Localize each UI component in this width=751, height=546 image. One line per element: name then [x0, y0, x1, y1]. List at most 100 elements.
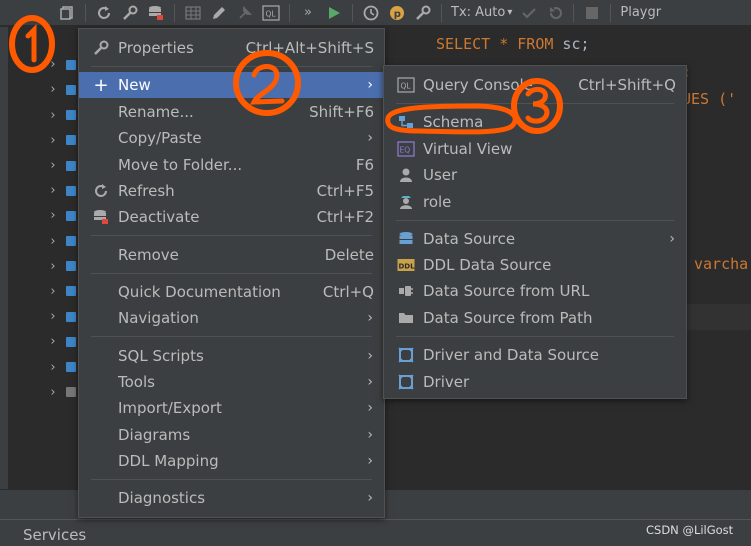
- menu-item-tools[interactable]: Tools ›: [79, 369, 384, 395]
- expand-chevron-icon[interactable]: ›: [46, 133, 60, 148]
- services-tab[interactable]: Services: [23, 526, 86, 544]
- menu-item-copy-paste[interactable]: Copy/Paste ›: [79, 125, 384, 151]
- menu-item-user[interactable]: User: [384, 162, 686, 188]
- transaction-mode-dropdown[interactable]: Tx: Auto: [451, 5, 505, 20]
- tree-row[interactable]: ›: [8, 304, 78, 329]
- tree-row[interactable]: ›: [8, 329, 78, 354]
- table-icon[interactable]: [182, 2, 204, 24]
- expand-chevron-icon[interactable]: ›: [46, 284, 60, 299]
- menu-item-rename[interactable]: Rename... Shift+F6: [79, 99, 384, 125]
- svg-text:QL: QL: [401, 82, 412, 91]
- expand-chevron-icon[interactable]: ›: [46, 57, 60, 72]
- expand-chevron-icon[interactable]: ›: [46, 309, 60, 324]
- tree-row[interactable]: ›: [8, 103, 78, 128]
- stop-icon[interactable]: [581, 2, 603, 24]
- menu-item-refresh[interactable]: Refresh Ctrl+F5: [79, 178, 384, 204]
- copy-icon[interactable]: [56, 2, 78, 24]
- expand-chevron-icon[interactable]: ›: [46, 385, 60, 400]
- menu-item-schema[interactable]: Schema: [384, 109, 686, 135]
- values-token: UES (': [682, 90, 737, 108]
- refresh-icon[interactable]: [93, 2, 115, 24]
- services-bar: Services: [0, 519, 751, 546]
- menu-item-properties[interactable]: Properties Ctrl+Alt+Shift+S: [79, 35, 384, 61]
- tree-row[interactable]: ›: [8, 153, 78, 178]
- menu-item-navigation[interactable]: Navigation ›: [79, 305, 384, 331]
- menu-item-data-source[interactable]: Data Source ›: [384, 226, 686, 252]
- submenu-arrow-icon: ›: [367, 490, 373, 506]
- expand-chevron-icon[interactable]: ›: [46, 82, 60, 97]
- menu-separator: [91, 336, 372, 337]
- user-icon: [397, 166, 415, 184]
- menu-item-diagrams[interactable]: Diagrams ›: [79, 422, 384, 448]
- tree-row[interactable]: ›: [8, 27, 78, 52]
- submenu-arrow-icon: ›: [367, 427, 373, 443]
- menu-item-label: Copy/Paste: [118, 129, 202, 147]
- edit-icon[interactable]: [208, 2, 230, 24]
- tx-dropdown-arrow-icon[interactable]: ▾: [507, 7, 512, 18]
- playground-dropdown[interactable]: Playgr: [620, 5, 661, 20]
- menu-item-new[interactable]: + New ›: [79, 72, 384, 98]
- settings-tool-icon[interactable]: [119, 2, 141, 24]
- menu-item-quick-documentation[interactable]: Quick Documentation Ctrl+Q: [79, 279, 384, 305]
- menu-item-move-to-folder[interactable]: Move to Folder... F6: [79, 152, 384, 178]
- menu-item-shortcut: Ctrl+F5: [316, 182, 374, 200]
- properties-icon: [92, 39, 110, 57]
- tree-row[interactable]: ›: [8, 229, 78, 254]
- menu-item-label: Rename...: [118, 103, 194, 121]
- tree-row[interactable]: ›: [8, 279, 78, 304]
- menu-item-ddl-mapping[interactable]: DDL Mapping ›: [79, 448, 384, 474]
- parameter-p-icon[interactable]: p: [386, 2, 408, 24]
- code-line-1: SELECT * FROM sc;: [436, 35, 590, 53]
- menu-item-sql-scripts[interactable]: SQL Scripts ›: [79, 343, 384, 369]
- menu-item-query-console[interactable]: QL Query Console Ctrl+Shift+Q: [384, 72, 686, 98]
- menu-item-deactivate[interactable]: Deactivate Ctrl+F2: [79, 204, 384, 230]
- pin-icon[interactable]: [234, 2, 256, 24]
- more-chevron-icon[interactable]: »: [297, 2, 319, 24]
- tree-row[interactable]: ›: [8, 354, 78, 379]
- tree-row[interactable]: ›: [8, 203, 78, 228]
- menu-item-remove[interactable]: Remove Delete: [79, 242, 384, 268]
- run-icon[interactable]: [323, 2, 345, 24]
- deactivate-db-icon[interactable]: [145, 2, 167, 24]
- menu-item-label: Deactivate: [118, 208, 200, 226]
- menu-item-data-source-from-path[interactable]: Data Source from Path: [384, 305, 686, 331]
- submenu-arrow-icon: ›: [669, 231, 675, 247]
- tree-row[interactable]: ›: [8, 254, 78, 279]
- submenu-arrow-icon: ›: [367, 400, 373, 416]
- commit-check-icon[interactable]: [518, 2, 540, 24]
- query-console-icon[interactable]: QL: [260, 2, 282, 24]
- expand-chevron-icon[interactable]: ›: [46, 259, 60, 274]
- menu-item-ddl-data-source[interactable]: DDL DDL Data Source: [384, 252, 686, 278]
- expand-chevron-icon[interactable]: ›: [46, 108, 60, 123]
- wrench-icon[interactable]: [412, 2, 434, 24]
- expand-chevron-icon[interactable]: ›: [46, 234, 60, 249]
- tree-row[interactable]: ›: [8, 52, 78, 77]
- menu-item-role[interactable]: role: [384, 189, 686, 215]
- rollback-icon[interactable]: [544, 2, 566, 24]
- menu-item-driver-and-data-source[interactable]: Driver and Data Source: [384, 342, 686, 368]
- menu-item-virtual-view[interactable]: EQ Virtual View: [384, 136, 686, 162]
- toolbar-separator: [289, 3, 290, 22]
- menu-separator: [91, 273, 372, 274]
- schema-icon: [66, 336, 76, 347]
- menu-item-data-source-from-url[interactable]: Data Source from URL: [384, 278, 686, 304]
- menu-item-import-export[interactable]: Import/Export ›: [79, 395, 384, 421]
- expand-chevron-icon[interactable]: ›: [46, 360, 60, 375]
- submenu-arrow-icon: ›: [367, 348, 373, 364]
- code-line-4: varcha: [694, 255, 748, 273]
- menu-item-label: Driver: [423, 373, 470, 391]
- expand-chevron-icon[interactable]: ›: [46, 183, 60, 198]
- menu-item-shortcut: F6: [355, 156, 374, 174]
- tree-row[interactable]: ›: [8, 178, 78, 203]
- menu-item-driver[interactable]: Driver: [384, 369, 686, 395]
- history-clock-icon[interactable]: [360, 2, 382, 24]
- expand-chevron-icon[interactable]: ›: [46, 334, 60, 349]
- menu-item-label: Query Console: [423, 76, 533, 94]
- menu-item-shortcut: Delete: [324, 246, 374, 264]
- tree-row[interactable]: ›: [8, 77, 78, 102]
- tree-row[interactable]: ›: [8, 380, 78, 405]
- expand-chevron-icon[interactable]: ›: [46, 208, 60, 223]
- menu-item-diagnostics[interactable]: Diagnostics ›: [79, 485, 384, 511]
- expand-chevron-icon[interactable]: ›: [46, 158, 60, 173]
- tree-row[interactable]: ›: [8, 128, 78, 153]
